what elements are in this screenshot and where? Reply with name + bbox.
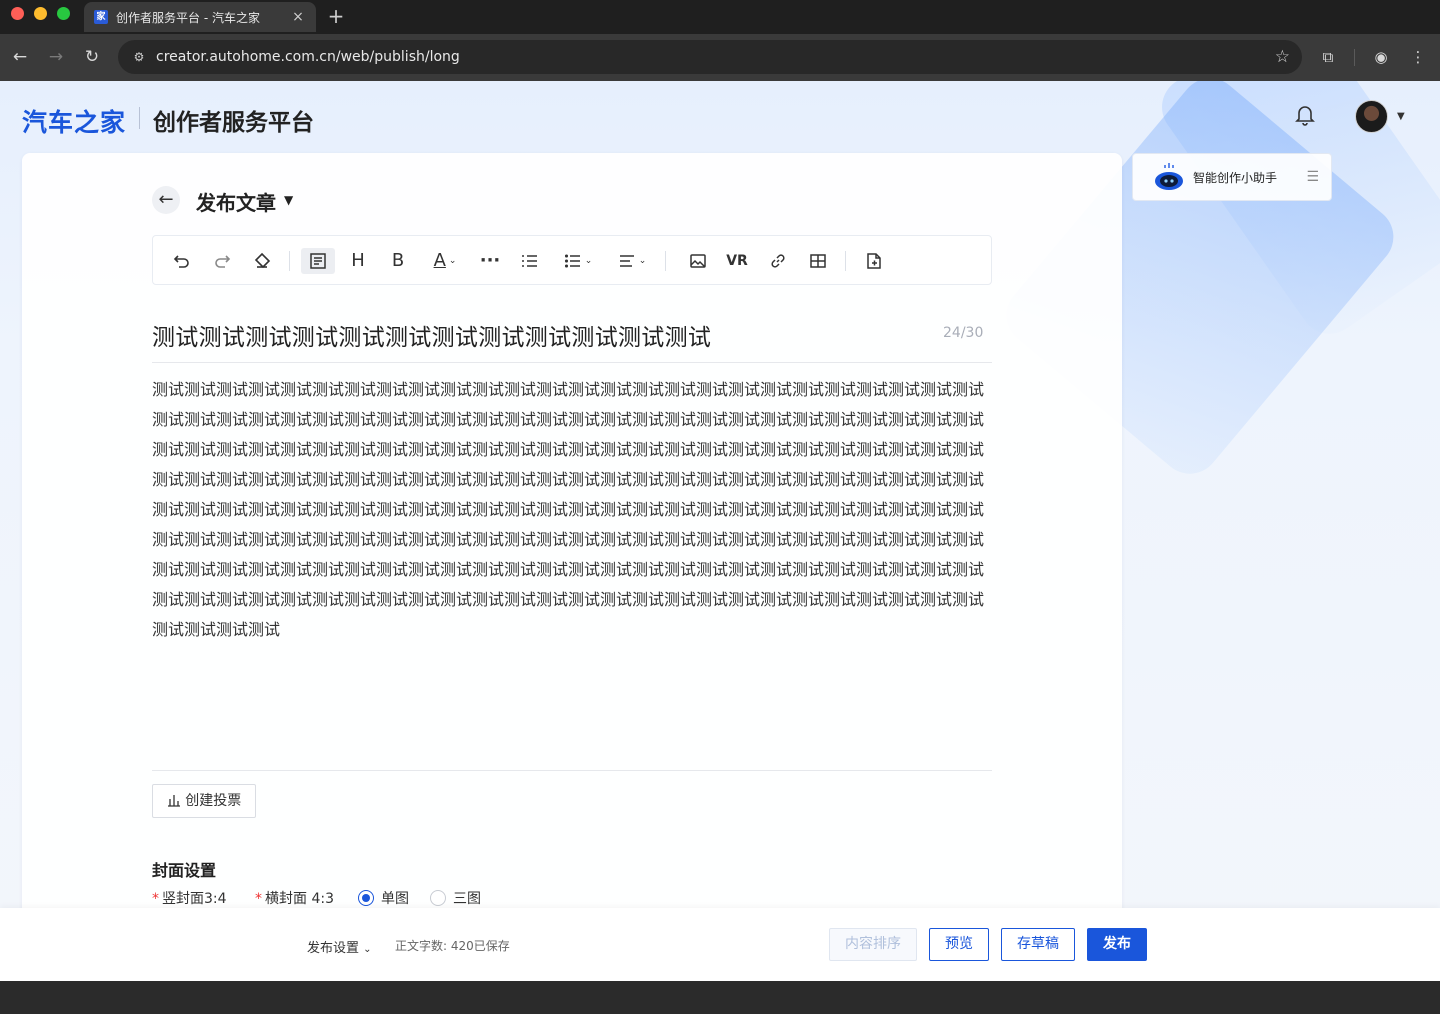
unordered-list-icon[interactable]: ⌄ [559, 248, 597, 274]
radio-button[interactable] [430, 890, 446, 906]
maximize-window-button[interactable] [57, 7, 70, 20]
bookmark-star-icon[interactable]: ☆ [1275, 47, 1290, 67]
required-mark: * [152, 891, 159, 907]
menu-icon[interactable]: ☰ [1306, 169, 1319, 185]
publish-settings-dropdown[interactable]: 发布设置 ⌄ [307, 937, 372, 956]
title-char-counter: 24/30 [943, 325, 984, 341]
notification-bell-icon[interactable] [1293, 103, 1317, 127]
publish-button[interactable]: 发布 [1087, 928, 1147, 961]
vertical-cover-field[interactable]: * 竖封面3:4 [152, 888, 227, 908]
toolbar-divider [1354, 49, 1355, 66]
word-count-status: 正文字数: 420已保存 [395, 939, 510, 953]
cover-settings-title: 封面设置 [152, 861, 217, 880]
required-mark: * [255, 891, 262, 907]
link-icon[interactable] [765, 248, 791, 274]
cover-settings-row: * 竖封面3:4 * 横封面 4:3 单图 三图 [152, 888, 652, 908]
heading-icon[interactable]: H [345, 248, 371, 274]
toolbar-divider [289, 251, 290, 271]
image-icon[interactable] [685, 248, 711, 274]
publish-settings-label: 发布设置 [307, 941, 360, 956]
toolbar-divider [845, 251, 846, 271]
vr-icon[interactable]: VR [724, 248, 750, 274]
article-title-input[interactable]: 测试测试测试测试测试测试测试测试测试测试测试测试 [152, 318, 711, 352]
editor-card: ← 发布文章 ▼ H B A ⌄ ··· ⌄ ⌄ VR 测试测试测试测试测试测试… [22, 153, 1122, 933]
url-text[interactable]: creator.autohome.com.cn/web/publish/long [156, 49, 1275, 65]
document-icon[interactable] [861, 248, 887, 274]
table-icon[interactable] [805, 248, 831, 274]
align-icon[interactable]: ⌄ [613, 248, 651, 274]
browser-tab[interactable]: 家 创作者服务平台 - 汽车之家 × [84, 2, 316, 32]
radio-three-images[interactable]: 三图 [430, 888, 481, 908]
ai-assistant-panel[interactable]: 智能创作小助手 ☰ [1132, 153, 1332, 201]
site-header: 汽车之家 创作者服务平台 ▼ [0, 81, 1440, 153]
reload-icon[interactable]: ↻ [81, 46, 103, 68]
bar-chart-icon [167, 795, 180, 807]
divider [152, 362, 992, 363]
radio-button-checked[interactable] [358, 890, 374, 906]
address-bar[interactable]: ⚙ creator.autohome.com.cn/web/publish/lo… [118, 40, 1302, 74]
single-image-label: 单图 [381, 891, 409, 907]
page: 汽车之家 创作者服务平台 ▼ ← 发布文章 ▼ H B A ⌄ ··· ⌄ ⌄ … [0, 81, 1440, 981]
save-draft-button[interactable]: 存草稿 [1001, 928, 1075, 961]
article-body-editor[interactable]: 测试测试测试测试测试测试测试测试测试测试测试测试测试测试测试测试测试测试测试测试… [152, 375, 992, 645]
chevron-down-icon: ⌄ [638, 256, 647, 266]
radio-single-image[interactable]: 单图 [358, 888, 409, 908]
profile-icon[interactable]: ◉ [1370, 46, 1392, 68]
page-title[interactable]: 发布文章 [196, 187, 276, 216]
create-vote-label: 创建投票 [185, 793, 242, 809]
eraser-icon[interactable] [249, 248, 275, 274]
close-window-button[interactable] [11, 7, 24, 20]
assistant-label: 智能创作小助手 [1193, 170, 1278, 185]
avatar[interactable] [1355, 100, 1388, 133]
ordered-list-icon[interactable] [517, 248, 543, 274]
new-tab-button[interactable]: + [326, 4, 346, 28]
chevron-down-icon: ⌄ [584, 256, 593, 266]
horizontal-cover-label: 横封面 4:3 [265, 891, 334, 907]
close-tab-icon[interactable]: × [290, 9, 306, 25]
chevron-down-icon: ⌄ [448, 256, 457, 266]
minimize-window-button[interactable] [34, 7, 47, 20]
browser-toolbar: ← → ↻ ⚙ creator.autohome.com.cn/web/publ… [0, 34, 1440, 81]
paragraph-icon[interactable] [301, 248, 335, 274]
back-icon[interactable]: ← [152, 186, 180, 214]
chevron-down-icon: ⌄ [363, 944, 372, 955]
redo-icon[interactable] [209, 248, 235, 274]
back-arrow-icon[interactable]: ← [9, 46, 31, 68]
undo-icon[interactable] [169, 248, 195, 274]
browser-tab-bar: 家 创作者服务平台 - 汽车之家 × + [0, 0, 1440, 34]
bottom-action-bar: 发布设置 ⌄ 正文字数: 420已保存 内容排序 预览 存草稿 发布 [0, 908, 1440, 981]
create-vote-button[interactable]: 创建投票 [152, 784, 256, 818]
three-images-label: 三图 [453, 891, 481, 907]
bold-icon[interactable]: B [385, 248, 411, 274]
autohome-logo[interactable]: 汽车之家 [22, 103, 126, 139]
platform-name: 创作者服务平台 [153, 110, 314, 136]
vertical-cover-label: 竖封面3:4 [162, 891, 227, 907]
divider [152, 770, 992, 771]
robot-icon [1155, 163, 1183, 190]
editor-toolbar: H B A ⌄ ··· ⌄ ⌄ VR [152, 235, 992, 285]
more-icon[interactable]: ··· [477, 248, 503, 274]
chevron-down-icon[interactable]: ▼ [1397, 111, 1405, 122]
browser-menu-icon[interactable]: ⋮ [1407, 46, 1429, 68]
horizontal-cover-field[interactable]: * 横封面 4:3 [255, 888, 334, 908]
window-bottom-edge [0, 981, 1440, 1014]
toolbar-divider [665, 251, 666, 271]
logo-divider [139, 107, 140, 129]
caret-down-icon[interactable]: ▼ [284, 193, 293, 207]
forward-arrow-icon[interactable]: → [45, 46, 67, 68]
site-settings-icon[interactable]: ⚙ [130, 48, 148, 66]
content-sort-button[interactable]: 内容排序 [829, 928, 917, 961]
preview-button[interactable]: 预览 [929, 928, 989, 961]
favicon-icon: 家 [94, 10, 108, 24]
tab-title: 创作者服务平台 - 汽车之家 [116, 10, 260, 25]
font-color-icon[interactable]: A ⌄ [425, 248, 465, 274]
tab-search-icon[interactable]: ⧉ [1317, 46, 1339, 68]
font-color-label: A [433, 250, 446, 271]
